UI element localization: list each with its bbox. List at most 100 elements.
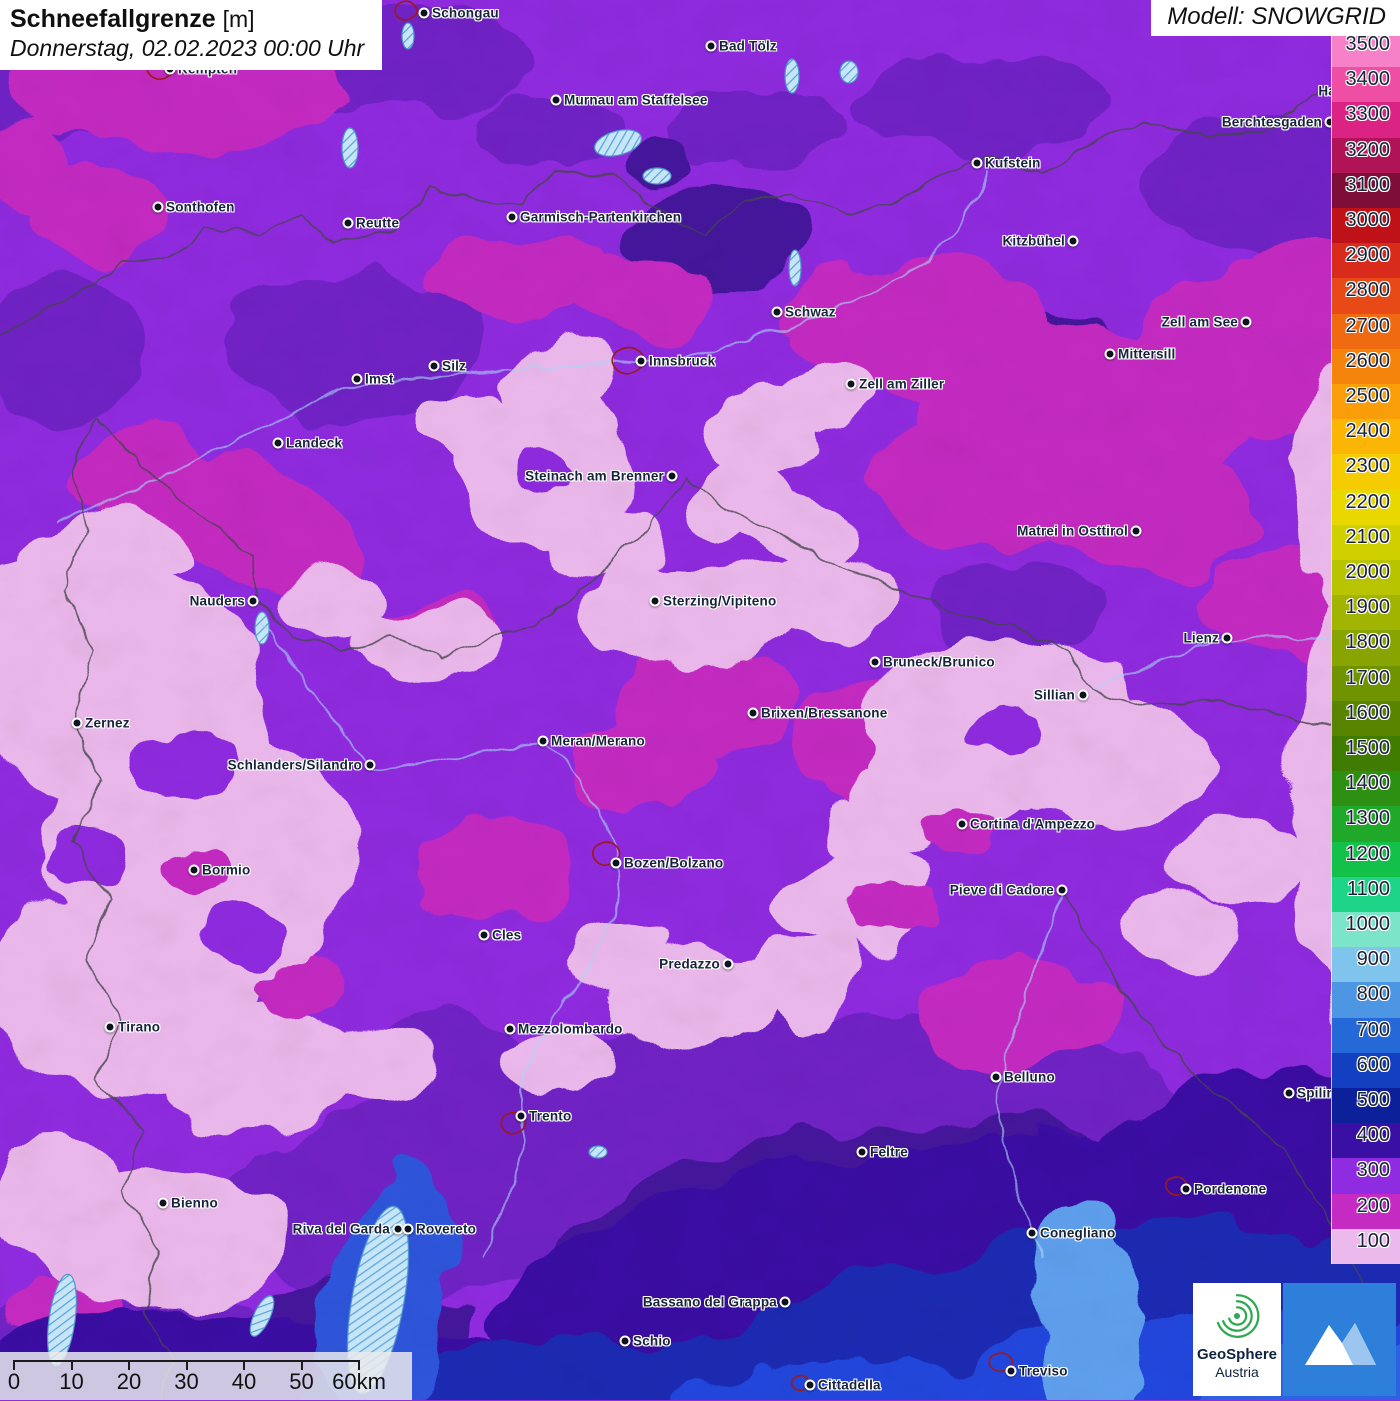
city-label: Conegliano — [1040, 1226, 1116, 1241]
map-datetime: Donnerstag, 02.02.2023 00:00 Uhr — [10, 35, 364, 62]
city-layer: SchongauBad TölzKemptenMurnau am Staffel… — [0, 0, 1400, 1400]
model-box: Modell: SNOWGRID — [1151, 0, 1400, 36]
city-dot — [429, 361, 440, 372]
city-dot — [1284, 1088, 1295, 1099]
city-label: Innsbruck — [649, 354, 715, 369]
city-dot — [805, 1380, 816, 1391]
scalebar-label: 10 — [59, 1369, 83, 1395]
city-label: Murnau am Staffelsee — [564, 93, 708, 108]
city-label: Pieve di Cadore — [950, 883, 1054, 898]
city-label: Bruneck/Brunico — [883, 655, 995, 670]
city-dot — [1367, 86, 1378, 97]
city-label: Berchtesgaden — [1222, 115, 1322, 130]
city-label: Cortina d'Ampezzo — [970, 817, 1095, 832]
city-label: Zell am See — [1162, 315, 1239, 330]
title-box: Schneefallgrenze [m] Donnerstag, 02.02.2… — [0, 0, 382, 70]
city-label: Mezzolombardo — [518, 1022, 623, 1037]
city-label: Bormio — [202, 863, 250, 878]
scalebar-label: 20 — [117, 1369, 141, 1395]
city-dot — [505, 1024, 516, 1035]
city-label: Bozen/Bolzano — [624, 856, 723, 871]
city-dot — [772, 307, 783, 318]
city-dot — [748, 708, 759, 719]
geosphere-name: GeoSphere — [1197, 1346, 1277, 1363]
city-label: Sonthofen — [166, 200, 235, 215]
city-dot — [1325, 117, 1336, 128]
city-dot — [1241, 317, 1252, 328]
map-title: Schneefallgrenze — [10, 5, 216, 33]
city-dot — [365, 760, 376, 771]
city-dot — [706, 41, 717, 52]
scalebar-label: 60km — [332, 1369, 386, 1395]
city-label: Landeck — [286, 436, 342, 451]
city-dot — [650, 596, 661, 607]
city-label: Schongau — [432, 6, 499, 21]
city-label: Pordenone — [1194, 1182, 1266, 1197]
city-label: Lienz — [1183, 631, 1219, 646]
city-label: Hallein — [1318, 84, 1364, 99]
city-dot — [1027, 1228, 1038, 1239]
city-label: Brixen/Bressanone — [761, 706, 887, 721]
city-label: Kitzbühel — [1002, 234, 1065, 249]
scalebar-label: 0 — [8, 1369, 20, 1395]
city-label: Sillian — [1034, 688, 1075, 703]
city-dot — [1057, 885, 1068, 896]
city-dot — [1078, 690, 1089, 701]
city-label: Schlanders/Silandro — [228, 758, 362, 773]
city-dot — [1068, 236, 1079, 247]
city-dot — [158, 1198, 169, 1209]
city-dot — [273, 438, 284, 449]
city-dot — [419, 8, 430, 19]
city-dot — [538, 736, 549, 747]
scalebar-label: 50 — [289, 1369, 313, 1395]
model-label: Modell: SNOWGRID — [1167, 3, 1386, 30]
city-dot — [105, 1022, 116, 1033]
city-dot — [1222, 633, 1233, 644]
city-dot — [352, 374, 363, 385]
scalebar: 0102030405060km — [0, 1352, 412, 1400]
city-label: Meran/Merano — [551, 734, 645, 749]
city-dot — [870, 657, 881, 668]
city-label: Matrei in Osttirol — [1017, 524, 1128, 539]
city-label: Treviso — [1019, 1364, 1068, 1379]
city-label: Zernez — [85, 716, 130, 731]
city-dot — [611, 858, 622, 869]
city-dot — [972, 158, 983, 169]
city-dot — [1006, 1366, 1017, 1377]
city-dot — [667, 471, 678, 482]
city-label: Bienno — [171, 1196, 218, 1211]
city-dot — [1105, 349, 1116, 360]
city-label: Bad Tölz — [719, 39, 777, 54]
city-label: Cles — [492, 928, 521, 943]
city-dot — [846, 379, 857, 390]
city-dot — [780, 1297, 791, 1308]
city-label: Sterzing/Vipiteno — [663, 594, 776, 609]
city-label: Tirano — [118, 1020, 160, 1035]
city-label: Garmisch-Partenkirchen — [520, 210, 681, 225]
snowline-map-page: { "header": { "title": "Schneefallgrenze… — [0, 0, 1400, 1400]
city-label: Spilimbergo — [1297, 1086, 1377, 1101]
city-label: Bassano del Grappa — [643, 1295, 777, 1310]
city-dot — [1181, 1184, 1192, 1195]
city-dot — [620, 1336, 631, 1347]
city-dot — [957, 819, 968, 830]
map-unit: [m] — [223, 6, 255, 32]
geosphere-country: Austria — [1215, 1364, 1259, 1380]
scalebar-label: 30 — [174, 1369, 198, 1395]
city-label: Cittadella — [818, 1378, 881, 1393]
city-label: Kufstein — [985, 156, 1041, 171]
city-dot — [343, 218, 354, 229]
city-label: Silz — [442, 359, 466, 374]
city-label: Reutte — [356, 216, 399, 231]
city-dot — [153, 202, 164, 213]
city-dot — [991, 1072, 1002, 1083]
city-label: Trento — [529, 1109, 571, 1124]
city-dot — [723, 959, 734, 970]
city-dot — [507, 212, 518, 223]
city-label: Schio — [633, 1334, 671, 1349]
city-dot — [72, 718, 83, 729]
city-label: Steinach am Brenner — [525, 469, 664, 484]
city-label: Schwaz — [785, 305, 836, 320]
city-dot — [248, 596, 259, 607]
city-dot — [551, 95, 562, 106]
